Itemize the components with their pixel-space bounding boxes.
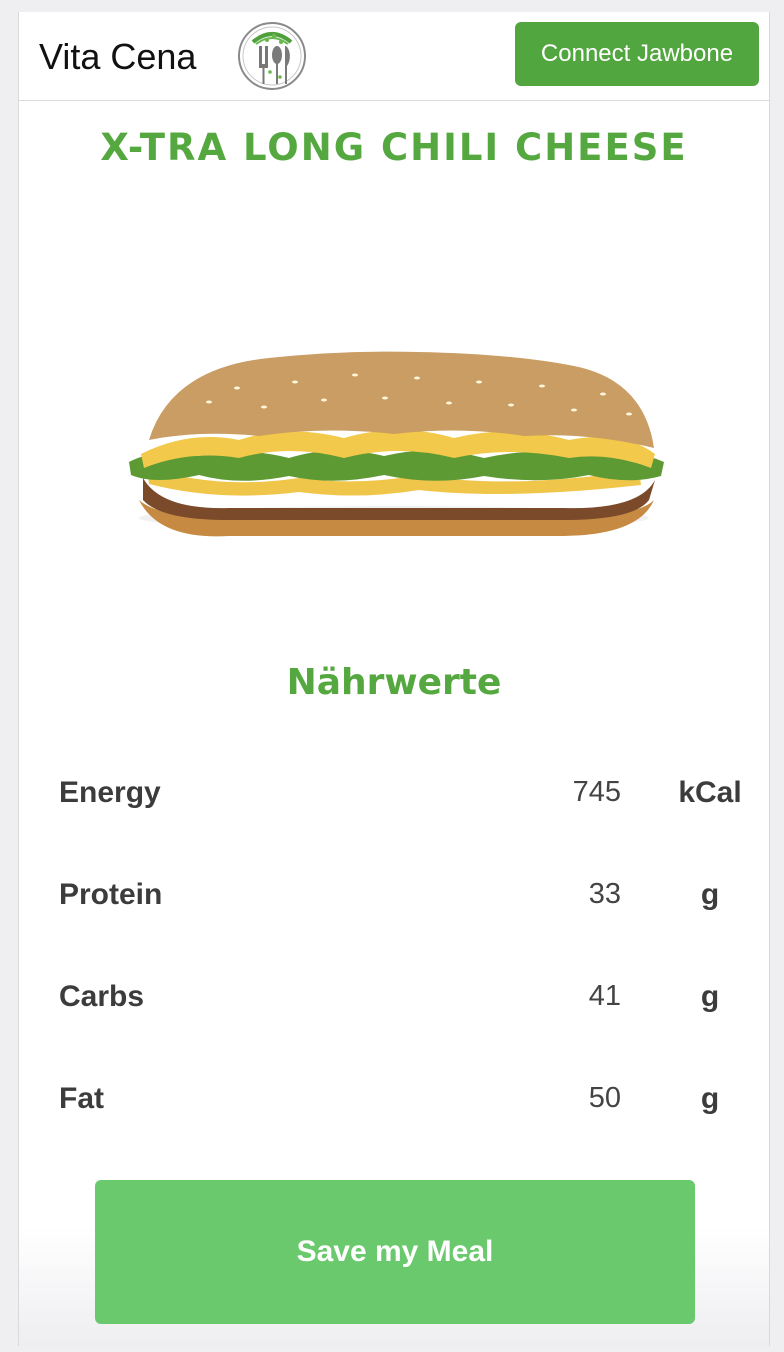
cutlery-logo-icon	[238, 22, 306, 90]
nutrient-label: Carbs	[59, 980, 145, 1013]
nutrient-value: 33	[588, 878, 621, 910]
nutrient-value: 50	[588, 1082, 621, 1114]
nutrient-label: Energy	[59, 776, 161, 809]
nutrition-row-fat: Fat 50 g	[59, 1082, 729, 1142]
nutrition-heading: Nährwerte	[286, 662, 502, 703]
nutrition-row-carbs: Carbs 41 g	[59, 980, 729, 1040]
meal-image	[129, 351, 664, 537]
nutrition-row-energy: Energy 745 kCal	[59, 776, 742, 836]
nutrient-unit: g	[700, 980, 720, 1013]
nutrient-value: 745	[572, 776, 621, 808]
connect-jawbone-button[interactable]: Connect Jawbone	[515, 22, 759, 86]
app-card: Vita Cena Connect Jawbone X-TRA LONG CHI…	[18, 12, 770, 1346]
meal-title: X-TRA LONG CHILI CHEESE	[100, 126, 688, 169]
nutrient-unit: g	[700, 878, 720, 911]
nutrient-label: Fat	[59, 1082, 104, 1115]
nutrition-row-protein: Protein 33 g	[59, 878, 729, 938]
nutrient-unit: g	[700, 1082, 720, 1115]
nutrient-label: Protein	[59, 878, 163, 911]
navbar: Vita Cena Connect Jawbone	[19, 12, 769, 101]
nutrient-value: 41	[588, 980, 621, 1012]
nutrient-unit: kCal	[678, 776, 742, 809]
save-meal-button[interactable]: Save my Meal	[95, 1180, 695, 1324]
brand-title[interactable]: Vita Cena	[39, 36, 196, 78]
